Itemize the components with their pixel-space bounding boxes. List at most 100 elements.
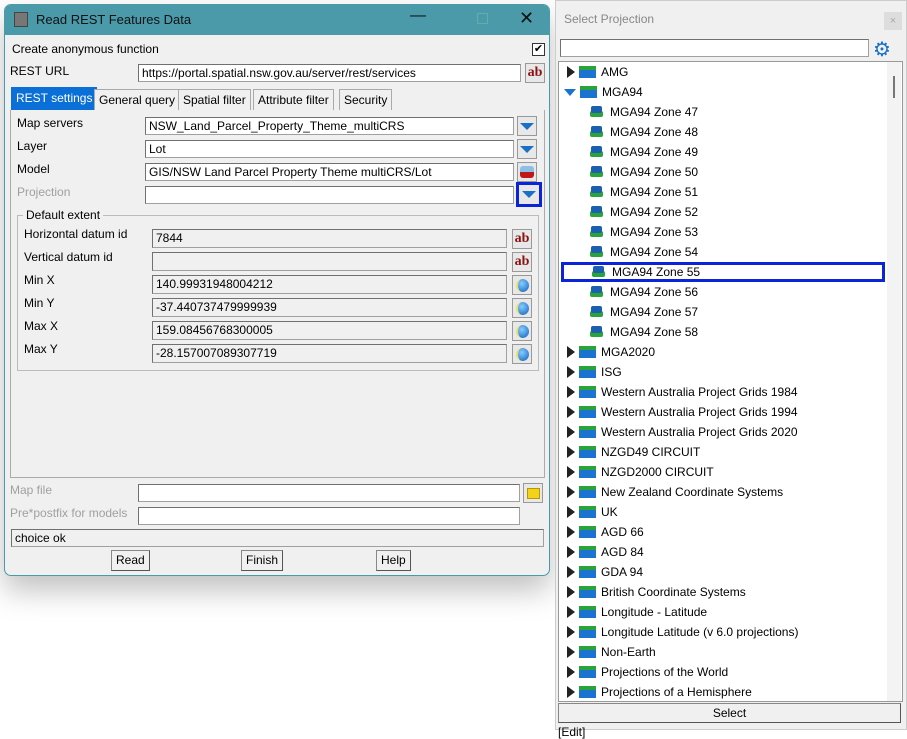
collapsed-arrow-icon[interactable] [567, 386, 575, 398]
prefix-input[interactable] [138, 507, 520, 525]
settings-gear-icon[interactable]: ⚙ [873, 37, 891, 62]
maxx-input[interactable]: 159.08456768300005 [152, 321, 507, 340]
map-servers-dropdown[interactable] [517, 116, 537, 136]
maximize-button[interactable] [477, 13, 488, 24]
projection-search-input[interactable] [560, 39, 869, 57]
projection-input[interactable] [145, 186, 514, 204]
tree-item-label: MGA94 Zone 51 [610, 185, 699, 199]
projection-dropdown[interactable] [516, 182, 542, 207]
finish-button[interactable]: Finish [241, 550, 284, 571]
tree-leaf-item[interactable]: MGA94 Zone 55 [561, 262, 885, 282]
collapsed-arrow-icon[interactable] [567, 366, 575, 378]
tree-folder-item[interactable]: Non-Earth [559, 642, 887, 662]
tree-folder-item[interactable]: Projections of the World [559, 662, 887, 682]
close-button[interactable]: ✕ [519, 8, 534, 29]
expanded-arrow-icon[interactable] [564, 88, 576, 96]
maxy-input[interactable]: -28.157007089307719 [152, 344, 507, 363]
tree-folder-item[interactable]: GDA 94 [559, 562, 887, 582]
tree-folder-item[interactable]: AGD 66 [559, 522, 887, 542]
collapsed-arrow-icon[interactable] [567, 686, 575, 698]
collapsed-arrow-icon[interactable] [567, 426, 575, 438]
anon-function-checkbox[interactable]: ✔ [532, 43, 545, 56]
collapsed-arrow-icon[interactable] [567, 546, 575, 558]
map-file-browse-button[interactable] [523, 483, 543, 503]
tree-leaf-item[interactable]: MGA94 Zone 49 [559, 142, 887, 162]
collapsed-arrow-icon[interactable] [567, 586, 575, 598]
maxx-pick-button[interactable] [512, 321, 532, 341]
collapsed-arrow-icon[interactable] [567, 446, 575, 458]
folder-icon [579, 666, 596, 678]
tree-leaf-item[interactable]: MGA94 Zone 57 [559, 302, 887, 322]
layer-input[interactable]: Lot [145, 140, 514, 158]
tree-folder-item[interactable]: Western Australia Project Grids 2020 [559, 422, 887, 442]
rest-url-text-button[interactable]: ab [525, 63, 545, 83]
collapsed-arrow-icon[interactable] [567, 486, 575, 498]
tree-leaf-item[interactable]: MGA94 Zone 52 [559, 202, 887, 222]
collapsed-arrow-icon[interactable] [567, 526, 575, 538]
miny-pick-button[interactable] [512, 298, 532, 318]
model-input[interactable]: GIS/NSW Land Parcel Property Theme multi… [145, 163, 514, 181]
tree-folder-item[interactable]: MGA94 [559, 82, 887, 102]
tree-leaf-item[interactable]: MGA94 Zone 58 [559, 322, 887, 342]
tree-leaf-item[interactable]: MGA94 Zone 50 [559, 162, 887, 182]
picker-close-button[interactable]: × [884, 12, 902, 30]
tab-attribute-filter[interactable]: Attribute filter [253, 89, 334, 110]
collapsed-arrow-icon[interactable] [567, 466, 575, 478]
tree-folder-item[interactable]: NZGD2000 CIRCUIT [559, 462, 887, 482]
collapsed-arrow-icon[interactable] [567, 66, 575, 78]
tree-folder-item[interactable]: Projections of a Hemisphere [559, 682, 887, 701]
hdatum-text-button[interactable]: ab [512, 229, 532, 249]
hdatum-input[interactable]: 7844 [152, 229, 507, 248]
minx-pick-button[interactable] [512, 275, 532, 295]
tree-leaf-item[interactable]: MGA94 Zone 47 [559, 102, 887, 122]
tree-folder-item[interactable]: ISG [559, 362, 887, 382]
tree-item-label: Longitude - Latitude [601, 605, 708, 619]
tree-folder-item[interactable]: AMG [559, 62, 887, 82]
tree-leaf-item[interactable]: MGA94 Zone 48 [559, 122, 887, 142]
tree-folder-item[interactable]: MGA2020 [559, 342, 887, 362]
collapsed-arrow-icon[interactable] [567, 566, 575, 578]
collapsed-arrow-icon[interactable] [567, 626, 575, 638]
tree-leaf-item[interactable]: MGA94 Zone 56 [559, 282, 887, 302]
collapsed-arrow-icon[interactable] [567, 506, 575, 518]
map-servers-input[interactable]: NSW_Land_Parcel_Property_Theme_multiCRS [145, 117, 514, 135]
vdatum-input[interactable] [152, 252, 507, 271]
select-button[interactable]: Select [558, 703, 901, 723]
tree-folder-item[interactable]: Western Australia Project Grids 1994 [559, 402, 887, 422]
map-file-input[interactable] [138, 484, 520, 502]
tree-scrollbar[interactable] [887, 62, 901, 701]
tree-leaf-item[interactable]: MGA94 Zone 51 [559, 182, 887, 202]
tree-leaf-item[interactable]: MGA94 Zone 54 [559, 242, 887, 262]
rest-url-input[interactable]: https://portal.spatial.nsw.gov.au/server… [138, 64, 521, 82]
collapsed-arrow-icon[interactable] [567, 406, 575, 418]
model-picker-button[interactable] [517, 162, 537, 182]
read-button[interactable]: Read [111, 550, 150, 571]
collapsed-arrow-icon[interactable] [567, 606, 575, 618]
maxy-pick-button[interactable] [512, 344, 532, 364]
tree-folder-item[interactable]: Longitude - Latitude [559, 602, 887, 622]
tab-general-query[interactable]: General query [94, 89, 181, 110]
projection-layer-icon [589, 306, 604, 318]
tab-rest-settings[interactable]: REST settings [11, 87, 98, 110]
layer-dropdown[interactable] [517, 139, 537, 159]
collapsed-arrow-icon[interactable] [567, 666, 575, 678]
scrollbar-thumb[interactable] [893, 76, 895, 98]
minimize-button[interactable]: — [410, 7, 426, 25]
collapsed-arrow-icon[interactable] [567, 346, 575, 358]
collapsed-arrow-icon[interactable] [567, 646, 575, 658]
vdatum-text-button[interactable]: ab [512, 252, 532, 272]
tab-security[interactable]: Security [339, 89, 393, 110]
tree-folder-item[interactable]: AGD 84 [559, 542, 887, 562]
tree-folder-item[interactable]: NZGD49 CIRCUIT [559, 442, 887, 462]
help-button[interactable]: Help [376, 550, 411, 571]
tree-folder-item[interactable]: Longitude Latitude (v 6.0 projections) [559, 622, 887, 642]
title-bar[interactable]: Read REST Features Data — ✕ [5, 5, 549, 35]
tree-folder-item[interactable]: British Coordinate Systems [559, 582, 887, 602]
minx-input[interactable]: 140.99931948004212 [152, 275, 507, 294]
tab-spatial-filter[interactable]: Spatial filter [178, 89, 251, 110]
miny-input[interactable]: -37.440737479999939 [152, 298, 507, 317]
tree-leaf-item[interactable]: MGA94 Zone 53 [559, 222, 887, 242]
tree-folder-item[interactable]: UK [559, 502, 887, 522]
tree-folder-item[interactable]: Western Australia Project Grids 1984 [559, 382, 887, 402]
tree-folder-item[interactable]: New Zealand Coordinate Systems [559, 482, 887, 502]
